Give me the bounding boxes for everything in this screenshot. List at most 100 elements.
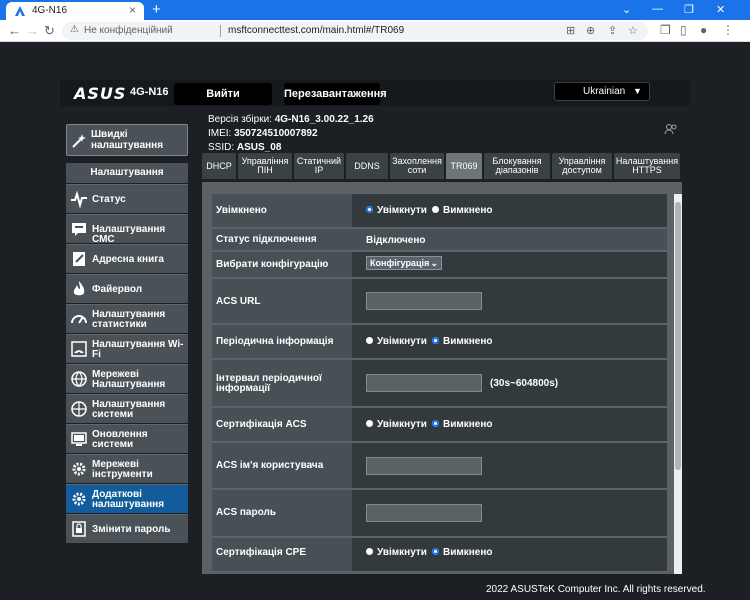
radio-selected-icon: [432, 337, 439, 344]
tab-cell-lock[interactable]: Захоплення соти: [390, 153, 444, 179]
new-tab-icon[interactable]: +: [152, 1, 161, 18]
config-cell: Конфігурація ⌄: [352, 252, 667, 277]
acs-pass-row: ACS пароль: [212, 490, 667, 537]
tab-dhcp[interactable]: DHCP: [202, 153, 236, 179]
omnibox-divider: [220, 25, 221, 37]
sidepanel-icon[interactable]: ▯: [680, 23, 687, 37]
cpe-cert-disable-radio[interactable]: Вимкнено: [432, 547, 493, 558]
acs-cert-disable-label: Вимкнено: [443, 419, 493, 430]
periodic-enable-label: Увімкнути: [377, 336, 427, 347]
sidebar-item-firewall[interactable]: Файервол: [66, 274, 188, 303]
close-tab-icon[interactable]: ×: [129, 3, 136, 17]
acs-user-input[interactable]: [366, 457, 482, 475]
firmware-label: Версія збірки:: [208, 114, 272, 125]
tab-search-icon[interactable]: ⌄: [622, 3, 631, 16]
sidebar-item-tools[interactable]: Мережеві інструменти: [66, 454, 188, 483]
acs-cert-enable-radio[interactable]: Увімкнути: [366, 419, 427, 430]
users-icon[interactable]: [664, 123, 678, 135]
extensions-icon[interactable]: ❒: [660, 23, 671, 37]
config-label: Вибрати конфігурацію: [216, 259, 329, 270]
status-value: Відключено: [366, 235, 426, 246]
tab-tr069[interactable]: TR069: [446, 153, 482, 179]
sidebar-item-network[interactable]: Мережеві Налаштування: [66, 364, 188, 393]
zoom-icon[interactable]: ⊕: [586, 24, 595, 37]
tab-band-lock[interactable]: Блокування діапазонів: [484, 153, 550, 179]
browser-tab-strip: 4G-N16 × + ⌄ — ❐ ✕: [0, 0, 750, 20]
ssid-info: SSID: ASUS_08: [208, 142, 281, 153]
tab-https[interactable]: Налаштування HTTPS: [614, 153, 680, 179]
browser-tab[interactable]: 4G-N16 ×: [6, 2, 144, 20]
sms-icon: [72, 223, 86, 236]
tab-static-ip[interactable]: Статичний IP: [294, 153, 344, 179]
ssid-label: SSID:: [208, 142, 235, 153]
acs-url-label: ACS URL: [216, 296, 261, 307]
firmware-value: 4G-N16_3.00.22_1.26: [274, 114, 374, 125]
advanced-settings-icon: [72, 492, 86, 506]
bookmark-star-icon[interactable]: ☆: [628, 24, 638, 37]
acs-cert-disable-radio[interactable]: Вимкнено: [432, 419, 493, 430]
reboot-button[interactable]: Перезавантаження: [284, 83, 387, 105]
close-window-icon[interactable]: ✕: [716, 3, 725, 16]
sidebar-item-password[interactable]: Змінити пароль: [66, 514, 188, 543]
sidebar-item-label: Змінити пароль: [92, 524, 171, 535]
not-secure-label[interactable]: Не конфіденційний: [84, 25, 173, 36]
scrollbar-thumb[interactable]: [675, 202, 681, 470]
menu-icon[interactable]: ⋮: [722, 23, 734, 37]
interval-input[interactable]: [366, 374, 482, 392]
cpe-cert-label: Сертифікація CPE: [216, 547, 306, 558]
enabled-row: Увімкнено Увімкнути Вимкнено: [212, 194, 667, 228]
omnibox[interactable]: ⚠ Не конфіденційний msftconnecttest.com/…: [62, 22, 648, 40]
sidebar-item-label: Додаткові налаштування: [92, 489, 165, 510]
restore-icon[interactable]: ❐: [684, 3, 694, 16]
sidebar-item-wifi[interactable]: Налаштування Wi-Fi: [66, 334, 188, 363]
router-header: ASUS 4G-N16 Вийти Перезавантаження Ukrai…: [60, 80, 690, 106]
acs-pass-input[interactable]: [366, 504, 482, 522]
logout-button[interactable]: Вийти: [174, 83, 272, 105]
sidebar-item-label: Файервол: [92, 284, 143, 295]
panel-scrollbar[interactable]: [674, 194, 682, 574]
periodic-enable-radio[interactable]: Увімкнути: [366, 336, 427, 347]
sidebar-item-label: Налаштування СМС: [92, 224, 166, 245]
sidebar-item-update[interactable]: Оновлення системи: [66, 424, 188, 453]
sidebar-item-system[interactable]: Налаштування системи: [66, 394, 188, 423]
language-select[interactable]: Ukrainian ▼: [554, 82, 650, 101]
tab-access-control[interactable]: Управління доступом: [552, 153, 612, 179]
tab-ddns[interactable]: DDNS: [346, 153, 388, 179]
warning-icon[interactable]: ⚠: [70, 24, 79, 35]
acs-url-row: ACS URL: [212, 279, 667, 324]
url-text[interactable]: msftconnecttest.com/main.html#/TR069: [228, 25, 404, 36]
quick-setup-button[interactable]: Швидкі налаштування: [66, 124, 188, 156]
disable-radio[interactable]: Вимкнено: [432, 205, 493, 216]
sidebar-item-status[interactable]: Статус: [66, 184, 188, 213]
pulse-icon: [71, 190, 87, 208]
install-icon[interactable]: ⊞: [566, 24, 575, 37]
asus-logo: ASUS: [74, 84, 127, 103]
sidebar-item-advanced[interactable]: Додаткові налаштування: [66, 484, 188, 513]
enable-radio-label: Увімкнути: [377, 205, 427, 216]
minimize-icon[interactable]: —: [652, 3, 663, 15]
acs-cert-options: Увімкнути Вимкнено: [352, 408, 667, 441]
config-select[interactable]: Конфігурація ⌄: [366, 256, 442, 270]
periodic-disable-radio[interactable]: Вимкнено: [432, 336, 493, 347]
fire-icon: [73, 281, 85, 296]
reload-icon[interactable]: ↻: [44, 23, 55, 39]
tab-pin[interactable]: Управління ПІН: [238, 153, 292, 179]
enable-radio[interactable]: Увімкнути: [366, 205, 427, 216]
profile-icon[interactable]: ●: [700, 23, 707, 37]
back-icon[interactable]: ←: [8, 23, 21, 38]
acs-user-row: ACS ім'я користувача: [212, 443, 667, 489]
sidebar-item-label: Адресна книга: [92, 254, 164, 265]
share-icon[interactable]: ⇪: [608, 24, 617, 37]
forward-icon[interactable]: →: [26, 23, 39, 38]
settings-header: Налаштування: [66, 163, 188, 183]
dropdown-arrow-icon: ▼: [633, 86, 642, 96]
cpe-cert-enable-radio[interactable]: Увімкнути: [366, 547, 427, 558]
acs-url-input[interactable]: [366, 292, 482, 310]
interval-row: Інтервал періодичної інформації (30s~604…: [212, 360, 667, 407]
sidebar-item-address-book[interactable]: Адресна книга: [66, 244, 188, 273]
monitor-icon: [71, 432, 87, 446]
sidebar-item-statistics[interactable]: Налаштування статистики: [66, 304, 188, 333]
sidebar-item-sms[interactable]: Налаштування СМС: [66, 214, 188, 245]
enabled-options: Увімкнути Вимкнено: [352, 194, 667, 227]
periodic-options: Увімкнути Вимкнено: [352, 325, 667, 358]
